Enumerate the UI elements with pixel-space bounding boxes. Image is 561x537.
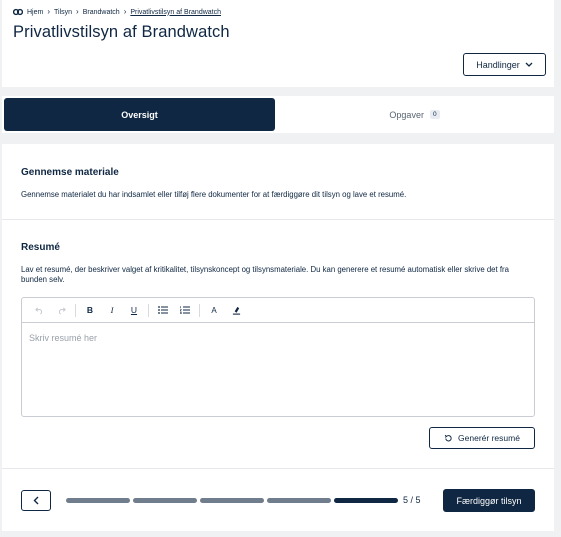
breadcrumb: Hjem › Tilsyn › Brandwatch › Privatlivst…: [13, 8, 221, 16]
review-section-text: Gennemse materialet du har indsamlet ell…: [21, 190, 407, 199]
actions-label: Handlinger: [476, 59, 520, 70]
chevron-right-icon: ›: [123, 7, 127, 16]
summary-section-text: Lav et resumé, der beskriver valget af k…: [21, 265, 509, 284]
header-card: Hjem › Tilsyn › Brandwatch › Privatlivst…: [2, 0, 554, 87]
finish-audit-button[interactable]: Færdiggør tilsyn: [443, 489, 535, 512]
progress-step-3: [200, 498, 264, 503]
chevron-left-icon: [33, 496, 39, 505]
tab-oversigt[interactable]: Oversigt: [4, 98, 275, 131]
actions-dropdown-button[interactable]: Handlinger: [463, 53, 546, 76]
progress-step-5: [334, 498, 398, 503]
generate-summary-button[interactable]: Generér resumé: [429, 427, 535, 449]
bullet-list-icon[interactable]: [152, 300, 174, 320]
divider: [2, 468, 554, 469]
tab-opgaver[interactable]: Opgaver 0: [277, 98, 552, 131]
underline-button[interactable]: U: [123, 300, 145, 320]
summary-textarea[interactable]: Skriv resumé her: [22, 323, 534, 417]
tabs-bar: Oversigt Opgaver 0: [2, 96, 554, 133]
progress-step-1: [66, 498, 130, 503]
step-counter: 5 / 5: [403, 495, 421, 505]
divider: [2, 219, 554, 220]
page-title: Privatlivstilsyn af Brandwatch: [13, 23, 230, 41]
italic-button[interactable]: I: [101, 300, 123, 320]
undo-icon[interactable]: [28, 300, 50, 320]
bold-button[interactable]: B: [79, 300, 101, 320]
progress-step-2: [133, 498, 197, 503]
count-badge: 0: [429, 110, 440, 119]
highlight-icon[interactable]: [225, 300, 247, 320]
generate-summary-label: Generér resumé: [458, 433, 520, 443]
editor-toolbar: B I U A: [22, 298, 534, 323]
toolbar-separator: [75, 303, 76, 317]
progress-step-4: [267, 498, 331, 503]
finish-audit-label: Færdiggør tilsyn: [456, 495, 522, 506]
breadcrumb-item-tilsyn[interactable]: Tilsyn: [54, 9, 72, 16]
progress-steps: [66, 498, 398, 503]
summary-section-title: Resumé: [21, 242, 60, 253]
summary-editor: B I U A Skriv resumé her: [21, 297, 535, 417]
breadcrumb-item-current[interactable]: Privatlivstilsyn af Brandwatch: [130, 9, 221, 16]
toolbar-separator: [148, 303, 149, 317]
chevron-down-icon: [525, 60, 533, 69]
breadcrumb-item-brandwatch[interactable]: Brandwatch: [83, 9, 120, 16]
numbered-list-icon[interactable]: [174, 300, 196, 320]
main-card: Gennemse materiale Gennemse materialet d…: [2, 144, 554, 531]
regenerate-icon: [444, 434, 452, 441]
redo-icon[interactable]: [50, 300, 72, 320]
home-logo-icon[interactable]: [13, 8, 23, 16]
tab-label: Opgaver: [389, 109, 424, 120]
back-button[interactable]: [21, 490, 51, 511]
toolbar-separator: [199, 303, 200, 317]
chevron-right-icon: ›: [47, 7, 51, 16]
review-section-title: Gennemse materiale: [21, 167, 119, 178]
tab-label: Oversigt: [121, 109, 158, 120]
chevron-right-icon: ›: [76, 7, 79, 16]
font-color-button[interactable]: A: [203, 300, 225, 320]
breadcrumb-item-home[interactable]: Hjem: [27, 9, 43, 16]
